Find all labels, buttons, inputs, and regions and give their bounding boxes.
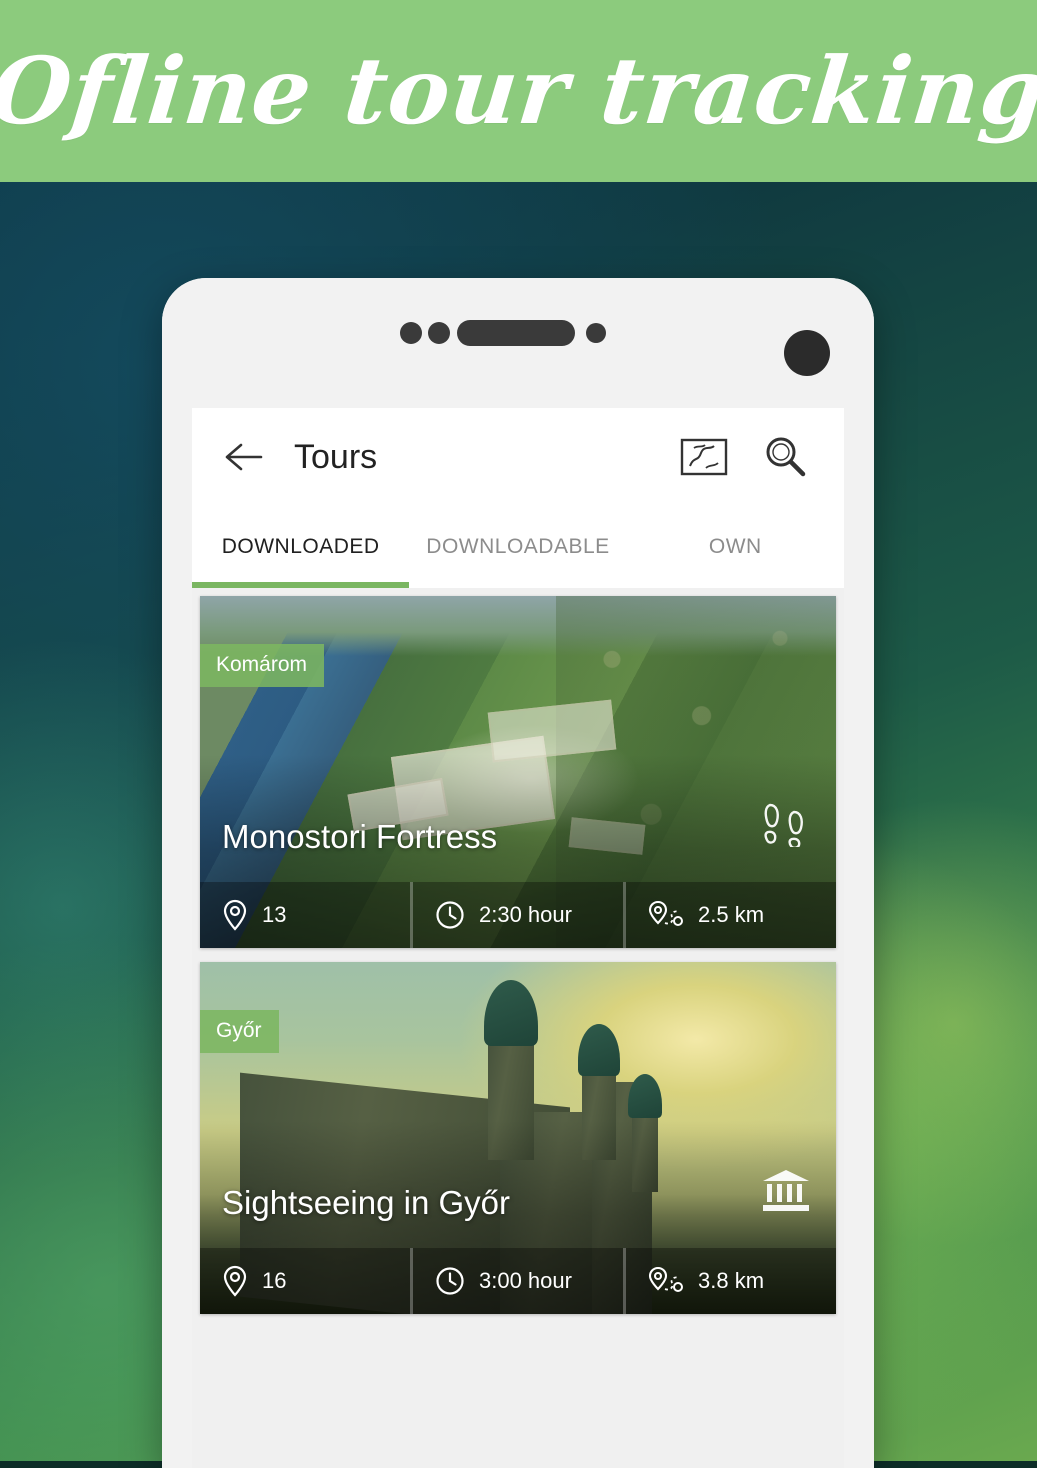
stat-duration: 3:00 hour (413, 1248, 626, 1314)
stat-value: 2:30 hour (479, 902, 572, 927)
stat-value: 3:00 hour (479, 1268, 572, 1293)
sensor-dot-right (586, 323, 606, 343)
clock-icon (436, 901, 464, 929)
page-title: Tours (294, 437, 378, 476)
search-icon (766, 437, 806, 477)
promo-background: Ofline tour tracking Tours DOWNLOADED DO… (0, 0, 1037, 1468)
promo-banner: Ofline tour tracking (0, 0, 1037, 182)
earpiece-speaker (457, 320, 575, 346)
stat-value: 13 (262, 902, 287, 927)
app-bar: Tours (192, 408, 844, 506)
clock-icon (436, 1267, 464, 1295)
stat-value: 2.5 km (698, 902, 765, 927)
stat-duration: 2:30 hour (413, 882, 626, 948)
map-pin-icon (223, 899, 247, 931)
back-button[interactable] (216, 429, 272, 485)
map-pin-icon (223, 1265, 247, 1297)
stat-waypoints: 16 (200, 1248, 413, 1314)
search-button[interactable] (762, 434, 808, 480)
phone-bezel (162, 278, 874, 408)
tour-list: Komárom Monostori Fortress 13 2:30 hour … (192, 588, 844, 1468)
route-pin-icon (648, 1266, 683, 1292)
tab-downloaded[interactable]: DOWNLOADED (192, 506, 410, 588)
tour-title: Sightseeing in Győr (222, 1184, 510, 1221)
front-camera (784, 330, 830, 376)
city-badge: Győr (200, 1010, 279, 1053)
route-pin-icon (648, 900, 683, 926)
footsteps-icon (760, 799, 812, 852)
phone-mockup: Tours DOWNLOADED DOWNLOADABLE OWN Komáro… (162, 278, 874, 1468)
tour-title: Monostori Fortress (222, 818, 498, 855)
tour-card[interactable]: Győr Sightseeing in Győr 16 3:00 hour 3.… (200, 962, 836, 1314)
city-badge: Komárom (200, 644, 325, 687)
tour-card[interactable]: Komárom Monostori Fortress 13 2:30 hour … (200, 596, 836, 948)
tab-bar: DOWNLOADED DOWNLOADABLE OWN (192, 506, 844, 588)
stat-value: 3.8 km (698, 1268, 765, 1293)
promo-banner-text: Ofline tour tracking (0, 37, 1037, 145)
map-icon (680, 438, 728, 476)
tab-downloadable[interactable]: DOWNLOADABLE (409, 506, 626, 588)
phone-screen: Tours DOWNLOADED DOWNLOADABLE OWN Komáro… (192, 408, 844, 1468)
app-bar-actions (680, 434, 808, 480)
sensor-dot-left-2 (428, 322, 450, 344)
tour-stats: 13 2:30 hour 2.5 km (200, 882, 836, 948)
arrow-left-icon (225, 443, 263, 471)
stat-value: 16 (262, 1268, 287, 1293)
stat-distance: 3.8 km (626, 1248, 836, 1314)
tour-stats: 16 3:00 hour 3.8 km (200, 1248, 836, 1314)
tab-own[interactable]: OWN (627, 506, 844, 588)
map-button[interactable] (680, 436, 728, 478)
stat-waypoints: 13 (200, 882, 413, 948)
stat-distance: 2.5 km (626, 882, 836, 948)
sensor-dot-left (400, 322, 422, 344)
list-empty-space (200, 1328, 836, 1468)
museum-icon (760, 1167, 812, 1218)
